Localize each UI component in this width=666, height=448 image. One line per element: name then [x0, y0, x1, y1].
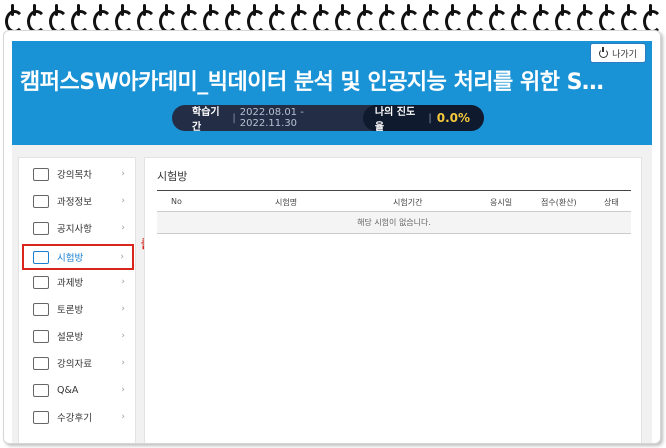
spiral-binding: [0, 0, 666, 34]
spiral-ring: [334, 4, 354, 33]
spiral-ring: [26, 4, 46, 33]
spiral-ring: [136, 4, 156, 33]
monitor-icon: [33, 194, 49, 208]
exit-label: 나가기: [612, 49, 637, 60]
chevron-right-icon: ›: [120, 252, 124, 262]
empty-row: 해당 시험이 없습니다.: [157, 212, 631, 234]
spiral-ring: [488, 4, 508, 33]
content-area: 강의목차 › 과정정보 › 공지사항 › 시험방 › 과제방 › 토론방 › 설…: [12, 145, 652, 443]
spiral-ring: [48, 4, 68, 33]
divider: |: [232, 112, 236, 124]
power-icon: [599, 46, 609, 58]
divider: |: [428, 112, 432, 124]
panel-title: 시험방: [157, 170, 188, 183]
sidebar-item-qa[interactable]: Q&A ›: [27, 379, 131, 401]
page-frame: 나가기 캠퍼스SW아카데미_빅데이터 분석 및 인공지능 처리를 위한 S… 학…: [3, 30, 661, 444]
period-dates: 2022.08.01 - 2022.11.30: [239, 107, 304, 129]
progress-value: 0.0%: [436, 111, 470, 125]
review-icon: [33, 410, 49, 424]
spiral-ring: [620, 4, 640, 33]
spiral-ring: [70, 4, 90, 33]
spiral-ring: [268, 4, 288, 33]
sidebar-item-lecture-index[interactable]: 강의목차 ›: [27, 163, 131, 185]
sidebar-item-label: 과제방: [57, 278, 84, 289]
spiral-ring: [202, 4, 222, 33]
survey-icon: [33, 329, 49, 343]
books-icon: [33, 356, 49, 370]
spiral-ring: [356, 4, 376, 33]
exam-panel: 시험방 No 시험명 시험기간 응시일 점수(환산) 상태 해당 시험이 없습니…: [144, 157, 642, 443]
spiral-ring: [158, 4, 178, 33]
spiral-ring: [510, 4, 530, 33]
spiral-ring: [246, 4, 266, 33]
course-info-bar: 학습기간 | 2022.08.01 - 2022.11.30 나의 진도율 | …: [172, 105, 484, 131]
sidebar-item-notice[interactable]: 공지사항 ›: [27, 217, 131, 239]
spiral-ring: [598, 4, 618, 33]
sidebar-item-label: 강의목차: [57, 170, 92, 181]
chevron-right-icon: ›: [121, 169, 125, 179]
chevron-right-icon: ›: [121, 277, 125, 287]
sidebar-menu: 강의목차 › 과정정보 › 공지사항 › 시험방 › 과제방 › 토론방 › 설…: [18, 157, 136, 443]
sidebar-item-reviews[interactable]: 수강후기 ›: [27, 406, 131, 428]
discussion-icon: [33, 302, 49, 316]
column-header: 시험명: [275, 198, 298, 207]
sidebar-item-label: 수강후기: [57, 413, 92, 424]
exit-button[interactable]: 나가기: [590, 43, 646, 63]
document-icon: [33, 275, 49, 289]
sidebar-item-label: 시험방: [57, 253, 84, 264]
chevron-right-icon: ›: [121, 331, 125, 341]
edit-paper-icon: [33, 250, 49, 264]
sidebar-item-materials[interactable]: 강의자료 ›: [27, 352, 131, 374]
spiral-ring: [642, 4, 662, 33]
progress-label: 나의 진도율: [374, 107, 416, 131]
chat-list-icon: [33, 167, 49, 181]
spiral-ring: [532, 4, 552, 33]
spiral-ring: [312, 4, 332, 33]
sidebar-item-course-info[interactable]: 과정정보 ›: [27, 190, 131, 212]
sidebar-item-label: 공지사항: [57, 224, 92, 235]
spiral-ring: [378, 4, 398, 33]
sidebar-item-survey[interactable]: 설문방 ›: [27, 325, 131, 347]
spiral-ring: [224, 4, 244, 33]
course-title: 캠퍼스SW아카데미_빅데이터 분석 및 인공지능 처리를 위한 S…: [20, 70, 604, 95]
spiral-ring: [4, 4, 24, 33]
spiral-ring: [466, 4, 486, 33]
sidebar-item-assignment[interactable]: 과제방 ›: [27, 271, 131, 293]
column-header: No: [171, 197, 182, 206]
course-header: 나가기 캠퍼스SW아카데미_빅데이터 분석 및 인공지능 처리를 위한 S… 학…: [12, 41, 652, 145]
column-header: 점수(환산): [541, 198, 577, 207]
sidebar-item-discussion[interactable]: 토론방 ›: [27, 298, 131, 320]
column-header: 시험기간: [393, 198, 423, 207]
spiral-ring: [400, 4, 420, 33]
table-header: No 시험명 시험기간 응시일 점수(환산) 상태: [157, 190, 631, 212]
column-header: 응시일: [490, 198, 513, 207]
column-header: 상태: [604, 198, 619, 207]
spiral-ring: [290, 4, 310, 33]
sidebar-item-label: 강의자료: [57, 359, 92, 370]
chevron-right-icon: ›: [121, 223, 125, 233]
spiral-ring: [422, 4, 442, 33]
sidebar-item-exam[interactable]: 시험방 ›: [22, 244, 134, 270]
spiral-ring: [554, 4, 574, 33]
sidebar-item-label: 설문방: [57, 332, 84, 343]
chevron-right-icon: ›: [121, 385, 125, 395]
sidebar-item-label: 토론방: [57, 305, 84, 316]
chevron-right-icon: ›: [121, 304, 125, 314]
chevron-right-icon: ›: [121, 358, 125, 368]
sidebar-item-label: 과정정보: [57, 197, 92, 208]
qa-icon: [33, 383, 49, 397]
spiral-ring: [576, 4, 596, 33]
spiral-ring: [180, 4, 200, 33]
spiral-ring: [114, 4, 134, 33]
period-label: 학습기간: [192, 107, 220, 131]
board-icon: [33, 221, 49, 235]
progress-box: 나의 진도율 | 0.0%: [362, 105, 484, 131]
chevron-right-icon: ›: [121, 412, 125, 422]
chevron-right-icon: ›: [121, 196, 125, 206]
spiral-ring: [92, 4, 112, 33]
sidebar-item-label: Q&A: [57, 384, 79, 396]
spiral-ring: [444, 4, 464, 33]
